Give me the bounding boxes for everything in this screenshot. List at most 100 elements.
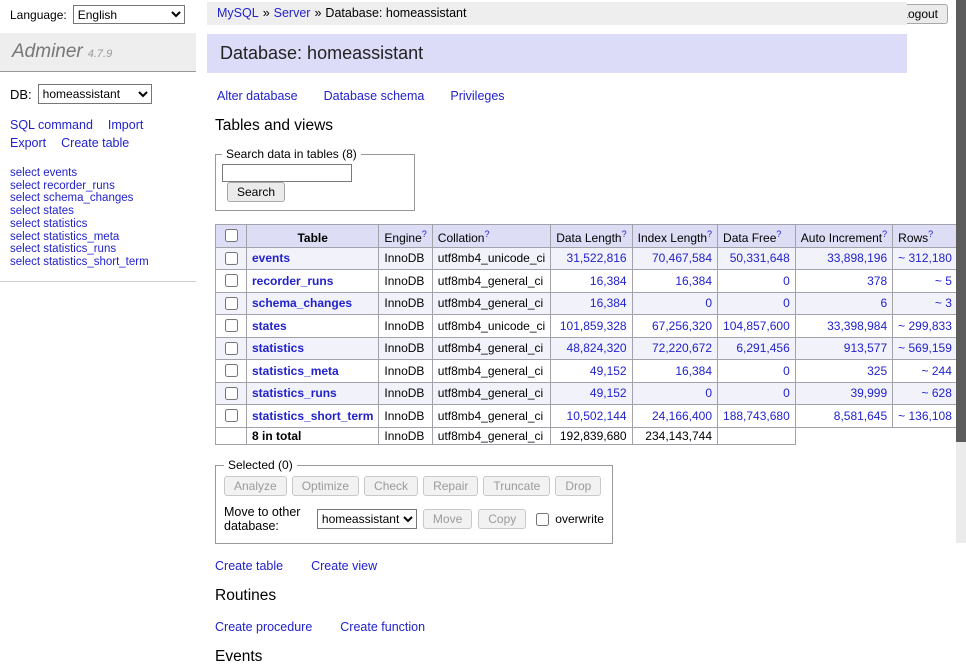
rows-cell[interactable]: ~ 136,108 [893, 405, 958, 428]
row-checkbox[interactable] [225, 319, 238, 332]
data-length-cell[interactable]: 101,859,328 [551, 315, 632, 338]
data-free-cell[interactable]: 6,291,456 [718, 337, 796, 360]
data-length-cell[interactable]: 49,152 [551, 360, 632, 383]
db-select[interactable]: homeassistant [38, 84, 152, 104]
breadcrumb-server-link[interactable]: Server [274, 6, 311, 20]
column-help-link[interactable]: ? [928, 229, 933, 239]
auto-increment-cell[interactable]: 39,999 [795, 382, 892, 405]
column-help-link[interactable]: ? [622, 229, 627, 239]
create-link[interactable]: Create view [311, 559, 377, 573]
table-name-link[interactable]: recorder_runs [252, 274, 333, 288]
table-name-link[interactable]: events [252, 251, 290, 265]
row-checkbox[interactable] [225, 342, 238, 355]
create-link[interactable]: Create table [215, 559, 283, 573]
auto-increment-cell[interactable]: 33,398,984 [795, 315, 892, 338]
sidebar-action-link[interactable]: SQL command [10, 118, 93, 132]
sidebar-select-table-link[interactable]: select events [10, 167, 186, 180]
copy-button[interactable]: Copy [478, 509, 526, 529]
index-length-cell[interactable]: 72,220,672 [632, 337, 717, 360]
table-name-link[interactable]: statistics_meta [252, 364, 339, 378]
row-checkbox[interactable] [225, 409, 238, 422]
column-help-link[interactable]: ? [484, 229, 489, 239]
index-length-cell[interactable]: 0 [632, 292, 717, 315]
data-free-cell[interactable]: 104,857,600 [718, 315, 796, 338]
selected-action-button[interactable]: Optimize [292, 476, 359, 496]
sidebar-select-table-link[interactable]: select schema_changes [10, 192, 186, 205]
data-length-cell[interactable]: 16,384 [551, 270, 632, 293]
search-button[interactable]: Search [227, 182, 285, 202]
sidebar-select-table-link[interactable]: select statistics_meta [10, 231, 186, 244]
auto-increment-cell[interactable]: 8,581,645 [795, 405, 892, 428]
move-button[interactable]: Move [423, 509, 472, 529]
index-length-cell[interactable]: 16,384 [632, 360, 717, 383]
rows-cell[interactable]: ~ 244 [893, 360, 958, 383]
move-db-select[interactable]: homeassistant [317, 509, 417, 529]
rows-cell[interactable]: ~ 569,159 [893, 337, 958, 360]
row-checkbox[interactable] [225, 274, 238, 287]
data-length-cell[interactable]: 49,152 [551, 382, 632, 405]
column-help-link[interactable]: ? [422, 229, 427, 239]
select-all-checkbox[interactable] [225, 229, 238, 242]
sidebar-select-table-link[interactable]: select states [10, 205, 186, 218]
rows-cell[interactable]: ~ 5 [893, 270, 958, 293]
selected-action-button[interactable]: Check [364, 476, 418, 496]
database-nav-link[interactable]: Privileges [450, 89, 504, 103]
row-checkbox[interactable] [225, 297, 238, 310]
rows-cell[interactable]: ~ 299,833 [893, 315, 958, 338]
sidebar-select-table-link[interactable]: select statistics_short_term [10, 256, 186, 269]
data-length-cell[interactable]: 31,522,816 [551, 247, 632, 270]
column-help-link[interactable]: ? [776, 229, 781, 239]
data-length-cell[interactable]: 48,824,320 [551, 337, 632, 360]
table-name-link[interactable]: statistics_runs [252, 386, 337, 400]
auto-increment-cell[interactable]: 378 [795, 270, 892, 293]
auto-increment-cell[interactable]: 6 [795, 292, 892, 315]
rows-cell[interactable]: ~ 628 [893, 382, 958, 405]
language-select[interactable]: English [73, 5, 185, 24]
sidebar-action-link[interactable]: Export [10, 136, 46, 150]
index-length-cell[interactable]: 70,467,584 [632, 247, 717, 270]
database-nav-link[interactable]: Alter database [217, 89, 298, 103]
selected-action-button[interactable]: Analyze [224, 476, 287, 496]
row-checkbox[interactable] [225, 387, 238, 400]
column-help-link[interactable]: ? [882, 229, 887, 239]
selected-action-button[interactable]: Truncate [483, 476, 550, 496]
auto-increment-cell[interactable]: 325 [795, 360, 892, 383]
table-name-link[interactable]: statistics_short_term [252, 409, 373, 423]
column-help-link[interactable]: ? [707, 229, 712, 239]
data-free-cell[interactable]: 0 [718, 270, 796, 293]
search-input[interactable] [222, 164, 352, 182]
sidebar-select-table-link[interactable]: select statistics [10, 218, 186, 231]
data-free-cell[interactable]: 0 [718, 382, 796, 405]
table-name-link[interactable]: statistics [252, 341, 304, 355]
rows-cell[interactable]: ~ 3 [893, 292, 958, 315]
data-free-cell[interactable]: 0 [718, 360, 796, 383]
sidebar-select-table-link[interactable]: select recorder_runs [10, 180, 186, 193]
overwrite-checkbox[interactable] [536, 513, 549, 526]
data-length-cell[interactable]: 16,384 [551, 292, 632, 315]
routine-link[interactable]: Create function [340, 620, 425, 634]
routine-link[interactable]: Create procedure [215, 620, 312, 634]
sidebar-action-link[interactable]: Import [108, 118, 143, 132]
table-name-link[interactable]: schema_changes [252, 296, 352, 310]
vertical-scrollbar[interactable] [956, 0, 966, 543]
sidebar-action-link[interactable]: Create table [61, 136, 129, 150]
index-length-cell[interactable]: 24,166,400 [632, 405, 717, 428]
rows-cell[interactable]: ~ 312,180 [893, 247, 958, 270]
selected-action-button[interactable]: Drop [555, 476, 601, 496]
database-nav-link[interactable]: Database schema [324, 89, 425, 103]
data-length-cell[interactable]: 10,502,144 [551, 405, 632, 428]
row-checkbox[interactable] [225, 252, 238, 265]
auto-increment-cell[interactable]: 33,898,196 [795, 247, 892, 270]
row-checkbox[interactable] [225, 364, 238, 377]
index-length-cell[interactable]: 0 [632, 382, 717, 405]
index-length-cell[interactable]: 67,256,320 [632, 315, 717, 338]
data-free-cell[interactable]: 50,331,648 [718, 247, 796, 270]
breadcrumb-mysql-link[interactable]: MySQL [217, 6, 259, 20]
index-length-cell[interactable]: 16,384 [632, 270, 717, 293]
sidebar-select-table-link[interactable]: select statistics_runs [10, 243, 186, 256]
scrollbar-thumb[interactable] [956, 0, 966, 442]
data-free-cell[interactable]: 188,743,680 [718, 405, 796, 428]
table-name-link[interactable]: states [252, 319, 287, 333]
data-free-cell[interactable]: 0 [718, 292, 796, 315]
selected-action-button[interactable]: Repair [423, 476, 478, 496]
